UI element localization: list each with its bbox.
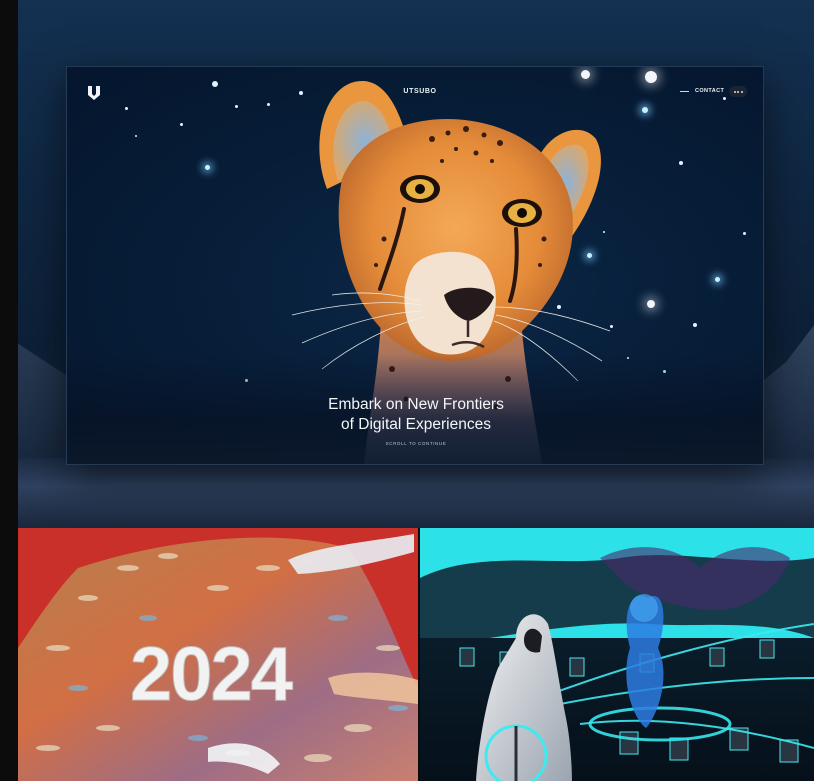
scroll-hint[interactable]: SCROLL TO CONTINUE <box>365 441 467 446</box>
ellipsis-icon <box>733 90 736 93</box>
star <box>679 161 683 165</box>
menu-button[interactable] <box>729 86 747 97</box>
star <box>205 165 210 170</box>
star <box>645 71 657 83</box>
ellipsis-icon <box>737 90 739 93</box>
star <box>627 357 629 359</box>
star <box>180 123 183 126</box>
koi-2024-artwork: 2024 <box>18 534 418 781</box>
hero-headline-line2: of Digital Experiences <box>341 416 491 433</box>
star <box>212 81 218 87</box>
star <box>715 277 720 282</box>
featured-project-panel[interactable]: UTSUBO CONTACT Embark on New Frontiers o… <box>18 0 814 528</box>
project-thumbnail-koi-2024[interactable]: 2024 <box>18 528 418 781</box>
backdrop-ground <box>18 458 814 528</box>
year-text: 2024 <box>130 632 293 717</box>
star <box>743 232 746 235</box>
website-preview: UTSUBO CONTACT Embark on New Frontiers o… <box>66 66 764 465</box>
star <box>723 97 726 100</box>
star <box>235 105 238 108</box>
hero-headline: Embark on New Frontiers of Digital Exper… <box>267 395 565 435</box>
star <box>647 300 655 308</box>
star <box>267 103 270 106</box>
hooded-figure-artwork <box>420 547 814 781</box>
star <box>125 107 128 110</box>
star <box>245 379 248 382</box>
star <box>642 107 648 113</box>
nav-divider <box>680 91 689 92</box>
star <box>135 135 137 137</box>
contact-link[interactable]: CONTACT <box>695 88 724 94</box>
utsubo-logo-icon[interactable] <box>87 85 101 101</box>
hero-headline-line1: Embark on New Frontiers <box>328 396 504 413</box>
ellipsis-icon <box>740 90 743 93</box>
star <box>693 323 697 327</box>
star <box>663 370 666 373</box>
project-thumbnail-hooded-figure[interactable] <box>420 528 814 781</box>
